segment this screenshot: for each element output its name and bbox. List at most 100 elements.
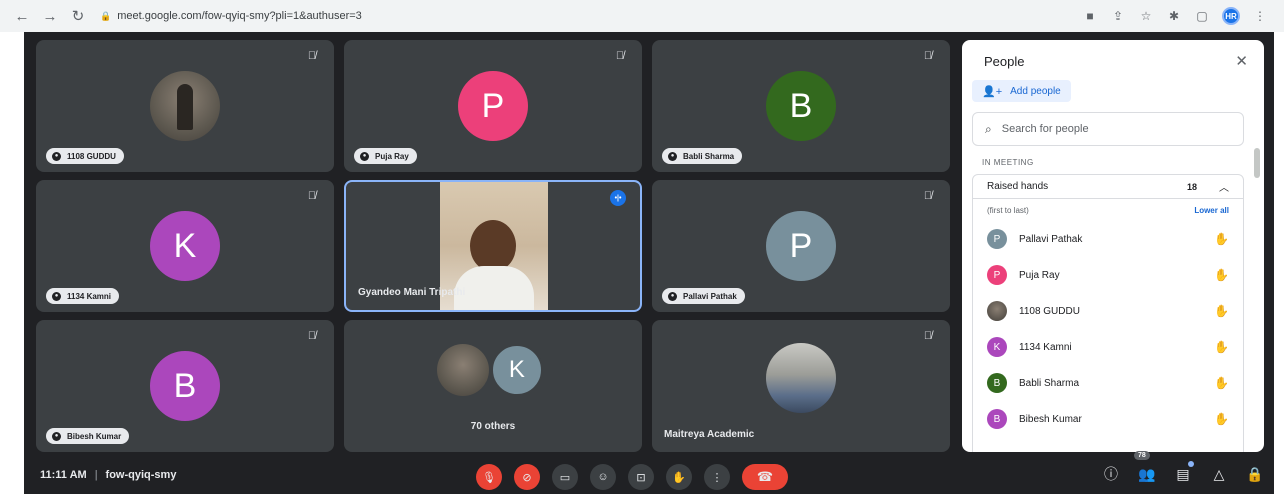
- captions-icon: ▭: [559, 471, 571, 484]
- list-item[interactable]: P Puja Ray ✋: [973, 257, 1243, 293]
- people-button[interactable]: 78 👥: [1134, 451, 1156, 484]
- search-icon: ⌕: [985, 121, 992, 136]
- back-icon[interactable]: ←: [10, 4, 34, 28]
- add-person-icon: 👤+: [982, 85, 1003, 98]
- raised-hands-count: 18: [1186, 181, 1197, 192]
- info-icon[interactable]: ⓘ: [1102, 464, 1120, 484]
- list-item[interactable]: K 1134 Kamni ✋: [973, 329, 1243, 365]
- participant-name-pill: ● 1108 GUDDU: [46, 148, 124, 164]
- pin-icon: ●: [668, 151, 677, 161]
- participant-tile[interactable]: 🎙̸ Maitreya Academic: [652, 320, 950, 452]
- participant-tile[interactable]: K 🎙̸ ● 1134 Kamni: [36, 180, 334, 312]
- raised-hand-icon[interactable]: ✋: [1214, 268, 1229, 282]
- others-tile[interactable]: K 70 others: [344, 320, 642, 452]
- chat-icon: ▤: [1176, 465, 1190, 482]
- search-input[interactable]: ⌕ Search for people: [972, 112, 1244, 146]
- pin-icon: ●: [52, 151, 61, 161]
- chat-button[interactable]: ▤: [1174, 461, 1194, 484]
- participant-name: Gyandeo Mani Tripathi: [358, 287, 466, 298]
- person-avatar: P: [987, 229, 1007, 249]
- raise-hand-button[interactable]: ✋: [666, 464, 692, 490]
- add-people-button[interactable]: 👤+ Add people: [972, 80, 1071, 102]
- participant-avatar: B: [766, 71, 836, 141]
- raised-hand-icon[interactable]: ✋: [1214, 304, 1229, 318]
- people-icon: 👥: [1138, 465, 1156, 482]
- participant-avatar: K: [150, 211, 220, 281]
- reactions-button[interactable]: ☺: [590, 464, 616, 490]
- profile-avatar[interactable]: HR: [1222, 7, 1240, 25]
- list-item[interactable]: 1108 GUDDU ✋: [973, 293, 1243, 329]
- address-bar[interactable]: 🔒 meet.google.com/fow-qyiq-smy?pli=1&aut…: [94, 4, 1082, 28]
- others-avatar: K: [490, 344, 543, 397]
- menu-icon[interactable]: ⋮: [1252, 9, 1268, 23]
- speaking-indicator-icon: •|•: [610, 190, 626, 206]
- person-photo: [987, 301, 1007, 321]
- person-name: Pallavi Pathak: [1019, 233, 1083, 245]
- clock-time: 11:11 AM: [40, 469, 87, 481]
- camera-toggle-button[interactable]: ⊘: [514, 464, 540, 490]
- participant-name-pill: ● Bibesh Kumar: [46, 428, 130, 444]
- camera-icon[interactable]: ■: [1082, 9, 1098, 23]
- raised-hands-header[interactable]: Raised hands 18 ︿: [973, 175, 1243, 199]
- lower-all-button[interactable]: Lower all: [1194, 206, 1229, 215]
- person-avatar: K: [987, 337, 1007, 357]
- pin-icon: ●: [52, 431, 61, 441]
- person-name: Babli Sharma: [1019, 377, 1080, 389]
- participant-tile[interactable]: 🎙̸ ● 1108 GUDDU: [36, 40, 334, 172]
- present-button[interactable]: ⊡: [628, 464, 654, 490]
- sidepanel-icon[interactable]: ▢: [1194, 9, 1210, 23]
- person-name: 1108 GUDDU: [1019, 305, 1080, 317]
- mic-off-icon: 🎙̸: [923, 50, 933, 62]
- list-item[interactable]: P Pallavi Pathak ✋: [973, 221, 1243, 257]
- participant-tile[interactable]: B 🎙̸ ● Bibesh Kumar: [36, 320, 334, 452]
- raised-hand-icon[interactable]: ✋: [1214, 340, 1229, 354]
- order-row: (first to last) Lower all: [987, 205, 1229, 215]
- person-avatar: B: [987, 373, 1007, 393]
- participant-tile[interactable]: P 🎙̸ ● Pallavi Pathak: [652, 180, 950, 312]
- camera-off-icon: ⊘: [522, 471, 532, 484]
- end-call-button[interactable]: ☎: [742, 464, 788, 490]
- section-label: IN MEETING: [982, 158, 1034, 167]
- url-text: meet.google.com/fow-qyiq-smy?pli=1&authu…: [117, 10, 362, 22]
- more-vert-icon: ⋮: [711, 471, 723, 484]
- pin-icon: ●: [52, 291, 61, 301]
- host-controls-icon[interactable]: 🔒: [1246, 464, 1264, 484]
- star-icon[interactable]: ☆: [1138, 9, 1154, 23]
- participant-count-badge: 78: [1134, 451, 1150, 460]
- raised-hand-icon[interactable]: ✋: [1214, 376, 1229, 390]
- list-item[interactable]: B Babli Sharma ✋: [973, 365, 1243, 401]
- participant-tile[interactable]: P 🎙̸ ● Puja Ray: [344, 40, 642, 172]
- meeting-code: fow-qyiq-smy: [105, 469, 177, 481]
- reload-icon[interactable]: ↻: [66, 4, 90, 28]
- mic-off-icon: 🎙̸: [923, 330, 933, 342]
- activities-icon[interactable]: △: [1210, 464, 1228, 484]
- list-item[interactable]: B Bibesh Kumar ✋: [973, 401, 1243, 437]
- close-icon[interactable]: ✕: [1235, 52, 1248, 70]
- speaker-video-tile[interactable]: •|• Gyandeo Mani Tripathi: [344, 180, 642, 312]
- raised-hand-icon[interactable]: ✋: [1214, 232, 1229, 246]
- participant-avatar: B: [150, 351, 220, 421]
- share-icon[interactable]: ⇪: [1110, 9, 1126, 23]
- meeting-info: 11:11 AM | fow-qyiq-smy: [40, 469, 177, 481]
- participant-tile[interactable]: B 🎙̸ ● Babli Sharma: [652, 40, 950, 172]
- person-avatar: P: [987, 265, 1007, 285]
- hand-icon: ✋: [672, 471, 686, 484]
- participant-avatar: P: [766, 211, 836, 281]
- mic-off-icon: 🎙̸: [307, 190, 317, 202]
- extensions-icon[interactable]: ✱: [1166, 9, 1182, 23]
- emoji-icon: ☺: [597, 471, 609, 483]
- person-name: Puja Ray: [1019, 269, 1060, 281]
- chevron-up-icon[interactable]: ︿: [1219, 179, 1229, 194]
- participant-name-pill: ● Puja Ray: [354, 148, 417, 164]
- panel-scrollbar[interactable]: [1254, 148, 1260, 178]
- mic-toggle-button[interactable]: 🎙: [476, 464, 502, 490]
- mic-off-icon: 🎙̸: [307, 50, 317, 62]
- person-name: Bibesh Kumar: [1019, 413, 1082, 425]
- participant-photo: [766, 343, 836, 414]
- captions-button[interactable]: ▭: [552, 464, 578, 490]
- raised-hand-icon[interactable]: ✋: [1214, 412, 1229, 426]
- more-options-button[interactable]: ⋮: [704, 464, 730, 490]
- pin-icon: ●: [668, 291, 677, 301]
- forward-icon[interactable]: →: [38, 4, 62, 28]
- participant-photo: [150, 71, 220, 141]
